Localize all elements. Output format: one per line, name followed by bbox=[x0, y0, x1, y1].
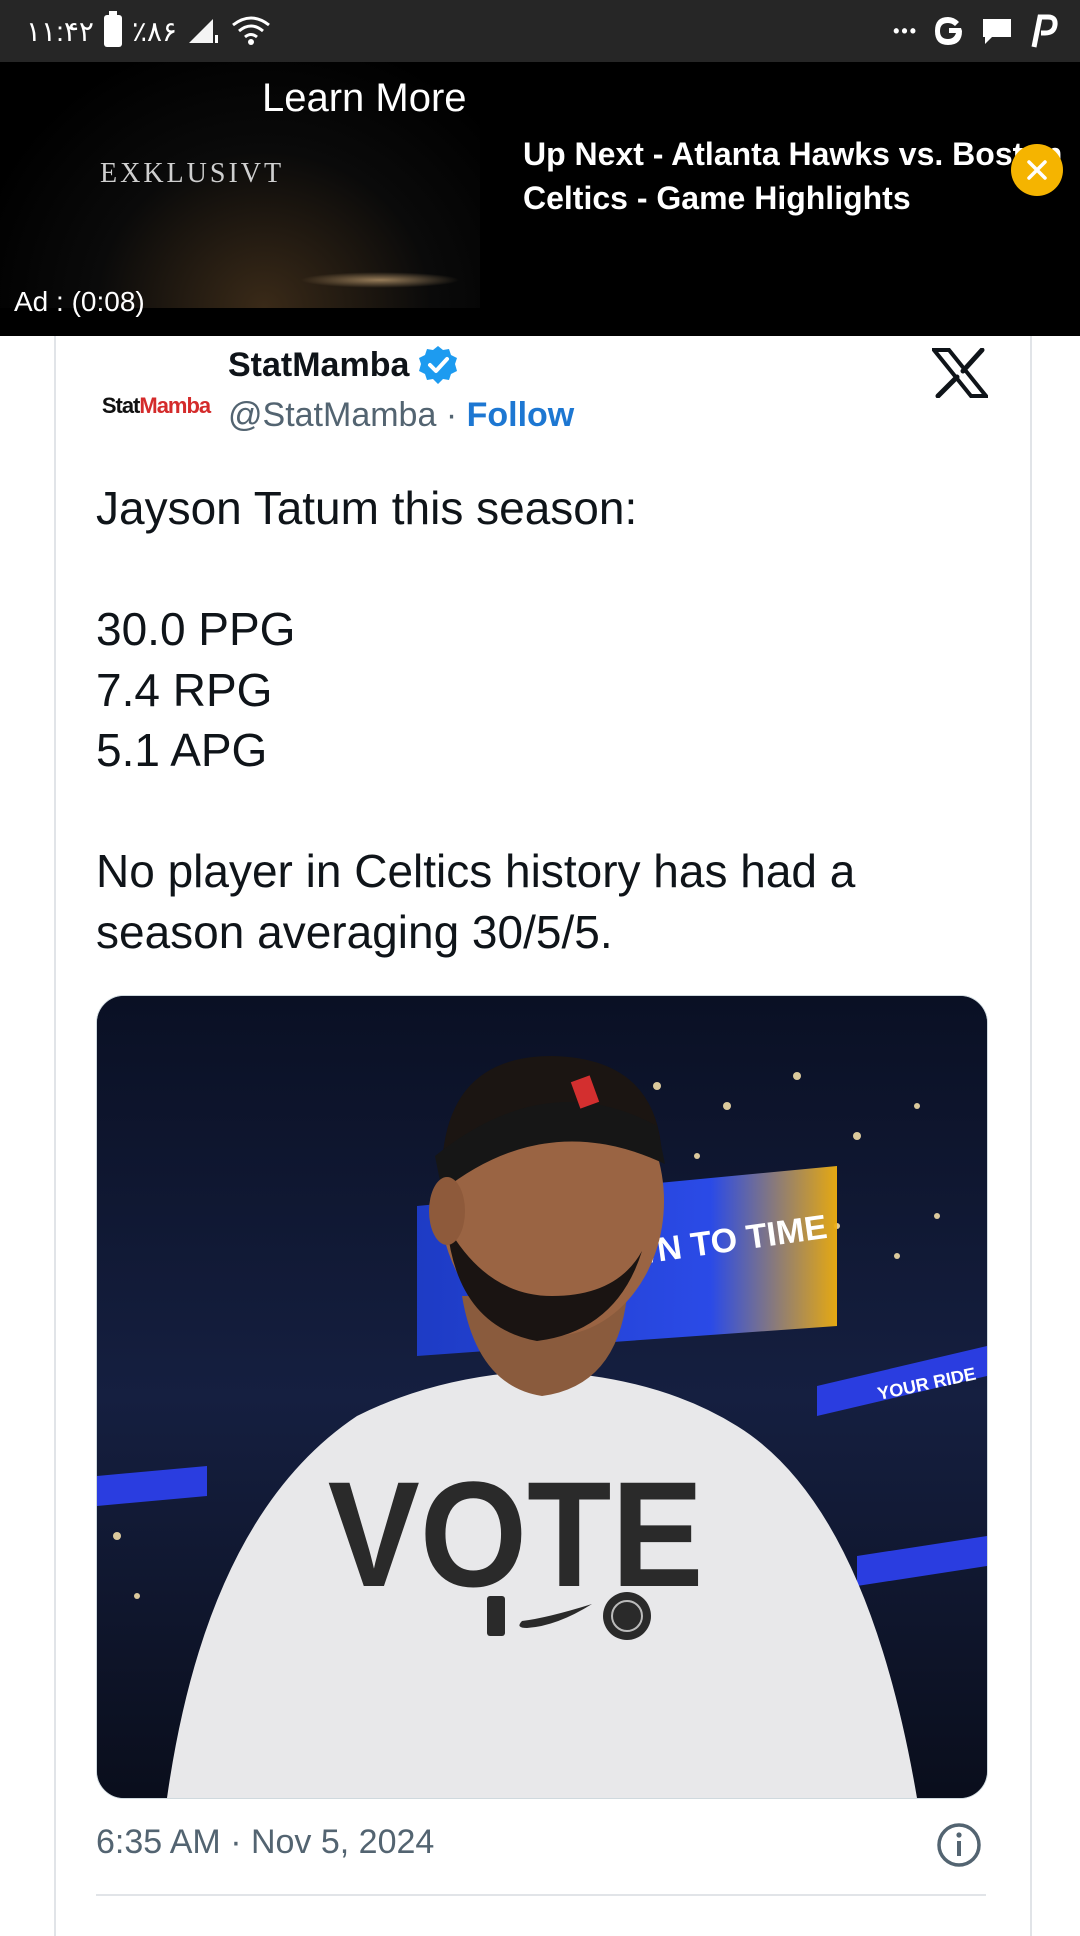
separator-dot: · bbox=[445, 396, 458, 434]
tweet-timestamp[interactable]: 6:35 AM · Nov 5, 2024 bbox=[96, 1823, 434, 1862]
up-next-title[interactable]: Up Next - Atlanta Hawks vs. Boston Celti… bbox=[523, 132, 1063, 220]
author-name[interactable]: StatMamba bbox=[228, 346, 409, 385]
status-left: ۱۱:۴۲ ٪۸۶ bbox=[26, 11, 271, 50]
signal-icon bbox=[189, 19, 219, 43]
video-ad[interactable]: Learn More EXKLUSIVT Ad : (0:08) Up Next… bbox=[0, 62, 1080, 336]
avatar-text-mamba: Mamba bbox=[139, 393, 211, 418]
status-bar: ۱۱:۴۲ ٪۸۶ ••• bbox=[0, 0, 1080, 62]
city-lights bbox=[300, 272, 460, 288]
author-name-row[interactable]: StatMamba bbox=[228, 344, 459, 386]
close-ad-button[interactable] bbox=[1011, 144, 1063, 196]
player-photo-illustration: WN TO TIME YOUR RIDE VOTE bbox=[97, 996, 987, 1798]
google-icon bbox=[935, 17, 962, 45]
handle-row: @StatMamba · Follow bbox=[228, 396, 574, 435]
close-icon bbox=[1027, 160, 1047, 180]
status-right: ••• bbox=[893, 10, 1058, 52]
info-icon[interactable] bbox=[936, 1822, 982, 1868]
tweet-text: Jayson Tatum this season: 30.0 PPG 7.4 R… bbox=[96, 482, 856, 958]
clock: ۱۱:۴۲ bbox=[26, 15, 94, 47]
avatar-text-stat: Stat bbox=[101, 393, 141, 418]
learn-more-link[interactable]: Learn More bbox=[262, 76, 467, 121]
verified-badge-icon bbox=[419, 346, 458, 384]
divider bbox=[96, 1894, 986, 1896]
author-handle[interactable]: @StatMamba bbox=[228, 396, 436, 434]
ad-timer: Ad : (0:08) bbox=[14, 286, 145, 317]
avatar[interactable]: Stat Mamba bbox=[96, 376, 216, 436]
overflow-dots: ••• bbox=[893, 20, 918, 41]
battery-level: ٪۸۶ bbox=[131, 15, 178, 47]
tweet-photo[interactable]: WN TO TIME YOUR RIDE VOTE bbox=[96, 995, 988, 1799]
shirt-text: VOTE bbox=[328, 1451, 704, 1619]
x-logo-icon[interactable] bbox=[932, 348, 988, 398]
chat-icon bbox=[983, 19, 1011, 44]
follow-button[interactable]: Follow bbox=[467, 396, 575, 434]
battery-icon bbox=[103, 11, 122, 47]
ad-brand-text: EXKLUSIVT bbox=[100, 158, 285, 189]
pinterest-icon bbox=[1031, 14, 1058, 48]
wifi-icon bbox=[232, 16, 270, 45]
tweet-embed: Stat Mamba StatMamba @StatMamba · Follow … bbox=[54, 336, 1032, 1936]
